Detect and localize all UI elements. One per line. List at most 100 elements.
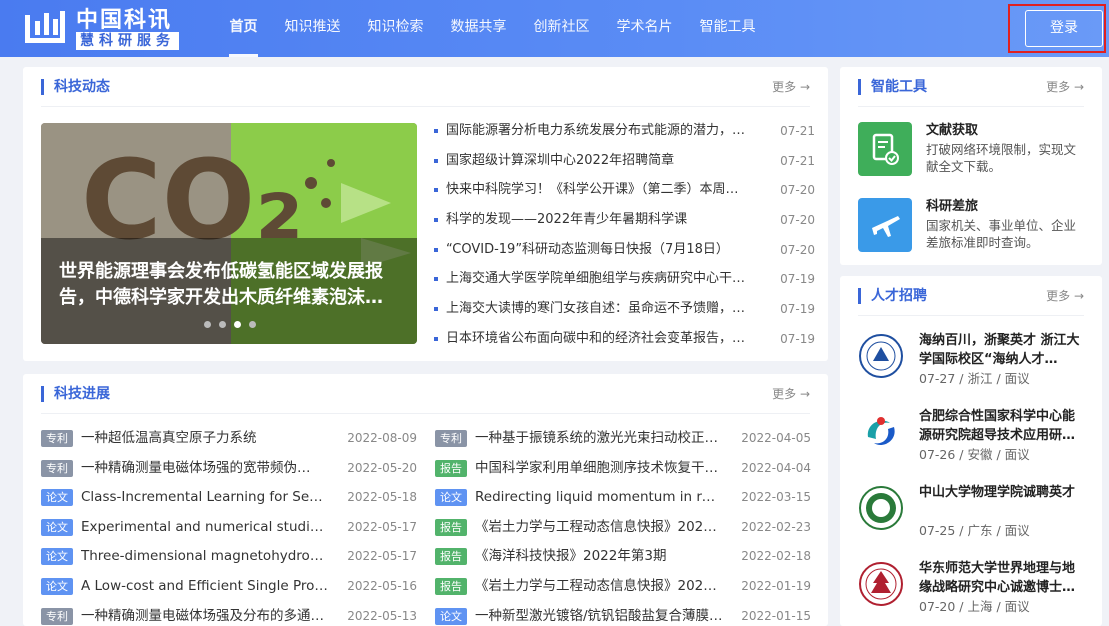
site-logo[interactable]: 中国科讯 慧科研服务 (22, 6, 179, 52)
news-title[interactable]: 快来中科院学习！《科学公开课》（第二季）本周… (446, 178, 758, 202)
carousel-dot[interactable] (219, 321, 226, 328)
tool-item-travel[interactable]: 科研差旅 国家机关、事业单位、企业差旅标准即时查询。 (858, 198, 1084, 254)
news-date: 07-21 (780, 153, 815, 168)
carousel-caption[interactable]: 世界能源理事会发布低碳氢能区域发展报告，中德科学家开发出木质纤维素泡沫… (59, 259, 399, 311)
list-item[interactable]: 科学的发现——2022年青少年暑期科学课 07-20 (434, 208, 815, 238)
progress-title[interactable]: 一种超低温高真空原子力系统 (81, 427, 329, 449)
type-badge: 报告 (435, 577, 467, 595)
jobs-more-link[interactable]: 更多 → (1046, 288, 1084, 304)
main-nav: 首页 知识推送 知识检索 数据共享 创新社区 学术名片 智能工具 (216, 0, 769, 57)
list-item[interactable]: 国家超级计算深圳中心2022年招聘简章 07-21 (434, 149, 815, 179)
list-item[interactable]: 快来中科院学习！《科学公开课》（第二季）本周… 07-20 (434, 178, 815, 208)
list-item[interactable]: 报告 《岩土力学与工程动态信息快报》2021… 2022-01-19 (435, 575, 811, 605)
tool-item-literature[interactable]: 文献获取 打破网络环境限制，实现文献全文下载。 (858, 122, 1084, 178)
news-list: 国际能源署分析电力系统发展分布式能源的潜力，… 07-21 国家超级计算深圳中心2… (434, 119, 815, 357)
nav-item-smart-tools[interactable]: 智能工具 (686, 0, 769, 57)
airplane-icon (858, 198, 912, 252)
nav-item-community[interactable]: 创新社区 (520, 0, 603, 57)
progress-title[interactable]: 一种新型激光镀铬/钪钒铝酸盐复合薄膜… (475, 605, 723, 626)
news-title[interactable]: 国际能源署分析电力系统发展分布式能源的潜力，… (446, 119, 758, 143)
list-item[interactable]: 日本环境省公布面向碳中和的经济社会变革报告，… 07-19 (434, 327, 815, 357)
nav-item-academic-card[interactable]: 学术名片 (603, 0, 686, 57)
tech-progress-title: 科技进展 (41, 386, 110, 402)
list-item[interactable]: 论文 Experimental and numerical studies … 20… (41, 516, 417, 546)
jobs-card: 人才招聘 更多 → 海纳百川，浙聚英才 浙江大学国际校区“海纳人才… 07-27… (840, 276, 1102, 626)
news-title[interactable]: 日本环境省公布面向碳中和的经济社会变革报告，… (446, 327, 758, 351)
type-badge: 论文 (435, 607, 467, 625)
carousel-dot[interactable] (249, 321, 256, 328)
carousel-dot[interactable] (204, 321, 211, 328)
hefei-logo-icon (858, 409, 904, 455)
news-date: 07-19 (780, 302, 815, 317)
nav-item-data-share[interactable]: 数据共享 (437, 0, 520, 57)
login-button[interactable]: 登录 (1025, 10, 1103, 47)
job-item[interactable]: 合肥综合性国家科学中心能源研究院超导技术应用研… 07-26 / 安徽 / 面议 (858, 407, 1086, 471)
list-item[interactable]: 报告 《海洋科技快报》2022年第3期 2022-02-18 (435, 545, 811, 575)
progress-title[interactable]: 《海洋科技快报》2022年第3期 (475, 545, 723, 567)
carousel-dot-active[interactable] (234, 321, 241, 328)
list-item[interactable]: 国际能源署分析电力系统发展分布式能源的潜力，… 07-21 (434, 119, 815, 149)
list-item[interactable]: 专利 一种精确测量电磁体场强的宽带频伪… 2022-05-20 (41, 457, 417, 487)
list-item[interactable]: 论文 Three-dimensional magnetohydrody… 2022-… (41, 545, 417, 575)
document-check-icon (858, 122, 912, 176)
smart-tools-more-link[interactable]: 更多 → (1046, 79, 1084, 95)
tool-name[interactable]: 文献获取 (926, 122, 978, 140)
progress-date: 2022-05-13 (347, 608, 417, 623)
list-item[interactable]: 上海交大读博的寒门女孩自述：虽命运不予馈赠，… 07-19 (434, 297, 815, 327)
news-date: 07-19 (780, 272, 815, 287)
job-title[interactable]: 海纳百川，浙聚英才 浙江大学国际校区“海纳人才… (919, 331, 1087, 369)
progress-title[interactable]: 中国科学家利用单细胞测序技术恢复干… (475, 457, 723, 479)
progress-title[interactable]: 一种基于振镜系统的激光光束扫动校正… (475, 427, 723, 449)
news-title[interactable]: “COVID-19”科研动态监测每日快报（7月18日） (446, 238, 758, 262)
list-item[interactable]: 论文 一种新型激光镀铬/钪钒铝酸盐复合薄膜… 2022-01-15 (435, 605, 811, 626)
progress-date: 2022-03-15 (741, 490, 811, 505)
news-date: 07-20 (780, 213, 815, 228)
tech-news-more-link[interactable]: 更多 → (772, 79, 810, 95)
list-item[interactable]: 论文 Redirecting liquid momentum in rot… 202… (435, 486, 811, 516)
list-item[interactable]: 论文 Class-Incremental Learning for Sema… 20… (41, 486, 417, 516)
nav-item-knowledge-search[interactable]: 知识检索 (354, 0, 437, 57)
job-title[interactable]: 中山大学物理学院诚聘英才 (919, 483, 1087, 521)
news-carousel[interactable]: CO₂ 世界能源理事会发布低碳氢能区域发展报告，中德科学家开发出木质纤维素泡沫… (41, 123, 417, 344)
list-item[interactable]: 论文 A Low-cost and Efficient Single Prob… 2… (41, 575, 417, 605)
job-title[interactable]: 华东师范大学世界地理与地缘战略研究中心诚邀博士… (919, 559, 1087, 597)
progress-title[interactable]: 《岩土力学与工程动态信息快报》2022… (475, 516, 723, 538)
progress-date: 2022-05-16 (347, 578, 417, 593)
type-badge: 论文 (41, 548, 73, 566)
list-item[interactable]: 专利 一种超低温高真空原子力系统 2022-08-09 (41, 427, 417, 457)
list-item[interactable]: 专利 一种基于振镜系统的激光光束扫动校正… 2022-04-05 (435, 427, 811, 457)
progress-title[interactable]: Redirecting liquid momentum in rot… (475, 486, 723, 508)
progress-title[interactable]: A Low-cost and Efficient Single Prob… (81, 575, 329, 597)
progress-title[interactable]: Three-dimensional magnetohydrody… (81, 545, 329, 567)
list-item[interactable]: 报告 中国科学家利用单细胞测序技术恢复干… 2022-04-04 (435, 457, 811, 487)
type-badge: 报告 (435, 548, 467, 566)
logo-title: 中国科讯 (76, 7, 173, 33)
list-item[interactable]: 专利 一种精确测量电磁体场强及分布的多通… 2022-05-13 (41, 605, 417, 626)
news-title[interactable]: 上海交大读博的寒门女孩自述：虽命运不予馈赠，… (446, 297, 758, 321)
list-item[interactable]: 报告 《岩土力学与工程动态信息快报》2022… 2022-02-23 (435, 516, 811, 546)
progress-title[interactable]: 《岩土力学与工程动态信息快报》2021… (475, 575, 723, 597)
type-badge: 论文 (41, 518, 73, 536)
list-item[interactable]: “COVID-19”科研动态监测每日快报（7月18日） 07-20 (434, 238, 815, 268)
progress-title[interactable]: Class-Incremental Learning for Sema… (81, 486, 329, 508)
news-date: 07-21 (780, 124, 815, 138)
tool-name[interactable]: 科研差旅 (926, 198, 978, 216)
progress-title[interactable]: 一种精确测量电磁体场强的宽带频伪… (81, 457, 329, 479)
progress-date: 2022-02-23 (741, 519, 811, 534)
news-title[interactable]: 上海交通大学医学院单细胞组学与疾病研究中心干… (446, 267, 758, 291)
progress-date: 2022-05-17 (347, 519, 417, 534)
job-item[interactable]: 海纳百川，浙聚英才 浙江大学国际校区“海纳人才… 07-27 / 浙江 / 面议 (858, 331, 1086, 395)
progress-title[interactable]: 一种精确测量电磁体场强及分布的多通… (81, 605, 329, 626)
list-item[interactable]: 上海交通大学医学院单细胞组学与疾病研究中心干… 07-19 (434, 267, 815, 297)
tech-progress-more-link[interactable]: 更多 → (772, 386, 810, 402)
progress-date: 2022-05-20 (347, 460, 417, 475)
nav-item-home[interactable]: 首页 (216, 0, 271, 57)
news-title[interactable]: 科学的发现——2022年青少年暑期科学课 (446, 208, 758, 232)
type-badge: 专利 (435, 430, 467, 447)
nav-item-knowledge-push[interactable]: 知识推送 (271, 0, 354, 57)
job-title[interactable]: 合肥综合性国家科学中心能源研究院超导技术应用研… (919, 407, 1087, 445)
job-item[interactable]: 中山大学物理学院诚聘英才 07-25 / 广东 / 面议 (858, 483, 1086, 547)
job-item[interactable]: 华东师范大学世界地理与地缘战略研究中心诚邀博士… 07-20 / 上海 / 面议 (858, 559, 1086, 623)
progress-title[interactable]: Experimental and numerical studies … (81, 516, 329, 538)
news-title[interactable]: 国家超级计算深圳中心2022年招聘简章 (446, 149, 758, 173)
